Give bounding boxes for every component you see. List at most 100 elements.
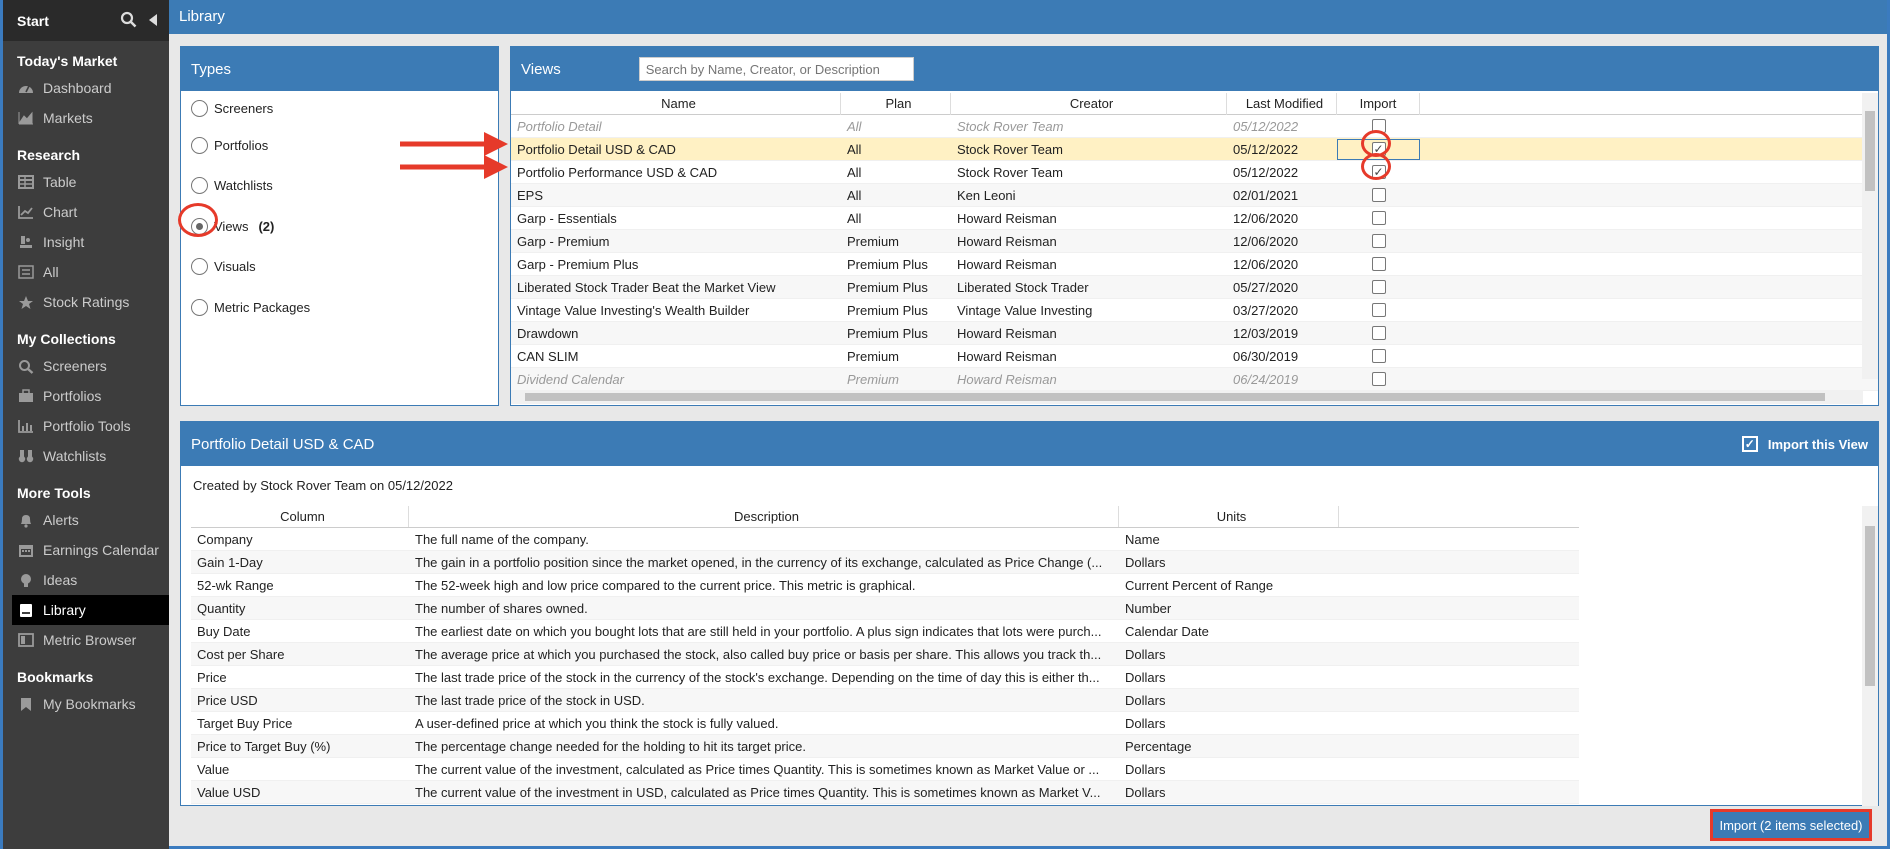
views-panel: Views Name Plan Creator Last Modified Im… (510, 46, 1879, 406)
radio-button[interactable] (191, 258, 208, 276)
radio-button[interactable] (191, 177, 208, 195)
column-description: The percentage change needed for the hol… (415, 738, 806, 754)
views-search-input[interactable] (638, 57, 914, 81)
views-table-row[interactable]: CAN SLIM Premium Howard Reisman 06/30/20… (511, 345, 1878, 368)
sidebar-item-alerts[interactable]: Alerts (3, 505, 169, 535)
detail-vertical-scrollbar[interactable] (1862, 506, 1878, 806)
column-header-import[interactable]: Import (1337, 92, 1420, 115)
views-table-row[interactable]: Vintage Value Investing's Wealth Builder… (511, 299, 1878, 322)
views-table-row[interactable]: EPS All Ken Leoni 02/01/2021 (511, 184, 1878, 207)
views-table-row[interactable]: Garp - Premium Plus Premium Plus Howard … (511, 253, 1878, 276)
import-checkbox[interactable] (1371, 211, 1386, 225)
column-name: 52-wk Range (197, 577, 274, 593)
columns-table-row: Value USD The current value of the inves… (191, 781, 1579, 804)
sidebar-item-library[interactable]: Library (12, 595, 169, 625)
import-checkbox[interactable] (1371, 188, 1386, 202)
sidebar-item-metric-browser[interactable]: Metric Browser (3, 625, 169, 655)
import-checkbox[interactable] (1371, 349, 1386, 363)
column-header-plan[interactable]: Plan (841, 92, 951, 115)
bell-icon (17, 512, 35, 528)
sidebar-item-all[interactable]: All (3, 257, 169, 287)
insight-icon (17, 234, 35, 250)
view-name: Garp - Essentials (517, 210, 617, 226)
column-units: Dollars (1125, 646, 1166, 662)
annotation-arrow-icon (400, 155, 508, 179)
column-description: The average price at which you purchased… (415, 646, 1102, 662)
views-table-row[interactable]: Liberated Stock Trader Beat the Market V… (511, 276, 1878, 299)
radio-button[interactable] (191, 136, 208, 154)
column-header-description[interactable]: Description (409, 506, 1119, 527)
sidebar-item-label: Portfolio Tools (43, 418, 131, 434)
detail-panel: Portfolio Detail USD & CAD ✓ Import this… (180, 421, 1879, 806)
views-table-row[interactable]: Portfolio Performance USD & CAD All Stoc… (511, 161, 1878, 184)
sidebar-item-label: All (43, 264, 59, 280)
sidebar-item-label: Portfolios (43, 388, 102, 404)
search-icon[interactable] (120, 11, 137, 31)
sidebar-item-markets[interactable]: Markets (3, 103, 169, 133)
types-header: Types (181, 47, 498, 91)
column-description: A user-defined price at which you think … (415, 715, 779, 731)
type-option-screeners[interactable]: Screeners (181, 91, 498, 125)
views-table-row[interactable]: Dividend Calendar Premium Howard Reisman… (511, 368, 1878, 391)
views-table-row[interactable]: Garp - Premium Premium Howard Reisman 12… (511, 230, 1878, 253)
sidebar-item-earnings-calendar[interactable]: Earnings Calendar (3, 535, 169, 565)
radio-button[interactable] (191, 298, 208, 316)
import-checkbox[interactable] (1371, 372, 1386, 386)
column-header-name[interactable]: Name (511, 92, 841, 115)
column-units: Dollars (1125, 715, 1166, 731)
sidebar-item-dashboard[interactable]: Dashboard (3, 73, 169, 103)
sidebar-item-portfolio-tools[interactable]: Portfolio Tools (3, 411, 169, 441)
view-name: Portfolio Detail USD & CAD (517, 141, 676, 157)
radio-button[interactable] (191, 99, 208, 117)
view-plan: All (847, 118, 862, 134)
sidebar-item-screeners[interactable]: Screeners (3, 351, 169, 381)
sidebar-item-chart[interactable]: Chart (3, 197, 169, 227)
checkbox-checked-icon[interactable]: ✓ (1741, 436, 1758, 452)
type-option-views[interactable]: Views (2) (181, 206, 498, 247)
collapse-icon[interactable] (149, 13, 157, 29)
sidebar-item-ideas[interactable]: Ideas (3, 565, 169, 595)
views-horizontal-scrollbar[interactable] (511, 390, 1863, 404)
column-header-last-modified[interactable]: Last Modified (1227, 92, 1337, 115)
type-option-label: Screeners (214, 100, 274, 116)
import-checkbox[interactable] (1371, 257, 1386, 271)
import-this-view-toggle[interactable]: ✓ Import this View (1741, 436, 1868, 452)
import-checkbox[interactable] (1371, 326, 1386, 340)
view-creator: Howard Reisman (957, 325, 1057, 341)
views-table-row[interactable]: Drawdown Premium Plus Howard Reisman 12/… (511, 322, 1878, 345)
column-name: Price (197, 669, 227, 685)
views-table-row[interactable]: Portfolio Detail All Stock Rover Team 05… (511, 115, 1878, 138)
column-header-column[interactable]: Column (191, 506, 409, 527)
markets-icon (17, 110, 35, 126)
sidebar-item-watchlists[interactable]: Watchlists (3, 441, 169, 471)
sidebar-item-stock-ratings[interactable]: Stock Ratings (3, 287, 169, 317)
column-description: The gain in a portfolio position since t… (415, 554, 1103, 570)
import-checkbox[interactable] (1371, 303, 1386, 317)
sidebar-item-insight[interactable]: Insight (3, 227, 169, 257)
import-button[interactable]: Import (2 items selected) (1710, 809, 1872, 841)
import-cell (1337, 234, 1420, 248)
sidebar-item-label: Chart (43, 204, 78, 220)
column-header-units[interactable]: Units (1119, 506, 1339, 527)
import-checkbox[interactable] (1371, 280, 1386, 294)
views-table-row[interactable]: Portfolio Detail USD & CAD All Stock Rov… (511, 138, 1878, 161)
view-creator: Howard Reisman (957, 210, 1057, 226)
type-option-metric-packages[interactable]: Metric Packages (181, 287, 498, 328)
column-name: Value (197, 761, 230, 777)
column-description: The 52-week high and low price compared … (415, 577, 916, 593)
import-checkbox[interactable] (1371, 234, 1386, 248)
column-units: Percentage (1125, 738, 1192, 754)
lightbulb-icon (17, 572, 35, 588)
views-table-header: Name Plan Creator Last Modified Import (511, 92, 1878, 115)
views-table-row[interactable]: Garp - Essentials All Howard Reisman 12/… (511, 207, 1878, 230)
sidebar-item-table[interactable]: Table (3, 167, 169, 197)
sidebar-section-title: More Tools (17, 485, 91, 501)
sidebar-item-my-bookmarks[interactable]: My Bookmarks (3, 689, 169, 719)
column-header-creator[interactable]: Creator (951, 92, 1227, 115)
view-creator: Stock Rover Team (957, 141, 1063, 157)
start-header[interactable]: Start (3, 0, 169, 41)
view-name: CAN SLIM (517, 348, 579, 364)
views-vertical-scrollbar[interactable] (1862, 93, 1878, 379)
sidebar-item-portfolios[interactable]: Portfolios (3, 381, 169, 411)
type-option-visuals[interactable]: Visuals (181, 247, 498, 288)
